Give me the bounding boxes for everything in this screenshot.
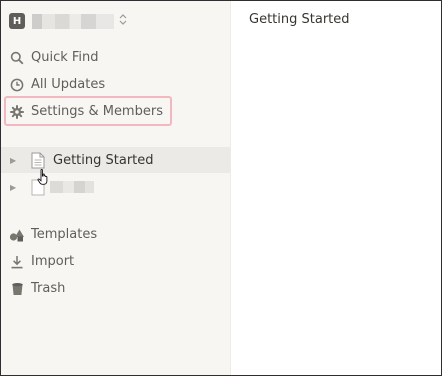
page-getting-started[interactable]: ▶ Getting Started [1,147,231,173]
trash-icon [9,281,25,297]
nav-all-updates[interactable]: All Updates [1,71,231,98]
app-window: H Quick Find All Updates Settings & Memb… [0,0,442,376]
nav-quick-find[interactable]: Quick Find [1,44,231,71]
main-content: Getting Started [231,1,441,375]
chevron-updown-icon [119,14,127,28]
nav-label: All Updates [31,77,106,92]
nav-label: Templates [31,227,98,242]
templates-icon [9,227,25,243]
expand-arrow-icon[interactable]: ▶ [10,183,20,192]
nav-label: Trash [31,281,66,296]
sidebar: H Quick Find All Updates Settings & Memb… [1,1,231,375]
nav-trash[interactable]: Trash [1,275,231,302]
hand-cursor-icon [37,169,48,185]
workspace-name [32,13,114,29]
nav-label: Quick Find [31,50,99,65]
settings-highlight-box [4,96,172,126]
document-icon [30,151,46,169]
search-icon [9,50,25,66]
workspace-avatar: H [9,13,25,29]
page-label: Getting Started [53,152,154,168]
nav-import[interactable]: Import [1,248,231,275]
nav-label: Import [31,254,75,269]
page-item[interactable]: ▶ [1,174,231,200]
clock-icon [9,77,25,93]
expand-arrow-icon[interactable]: ▶ [10,156,20,165]
page-title: Getting Started [249,12,350,27]
workspace-switcher[interactable]: H [9,12,127,30]
nav-templates[interactable]: Templates [1,221,231,248]
import-icon [9,254,25,270]
page-label [50,181,94,193]
